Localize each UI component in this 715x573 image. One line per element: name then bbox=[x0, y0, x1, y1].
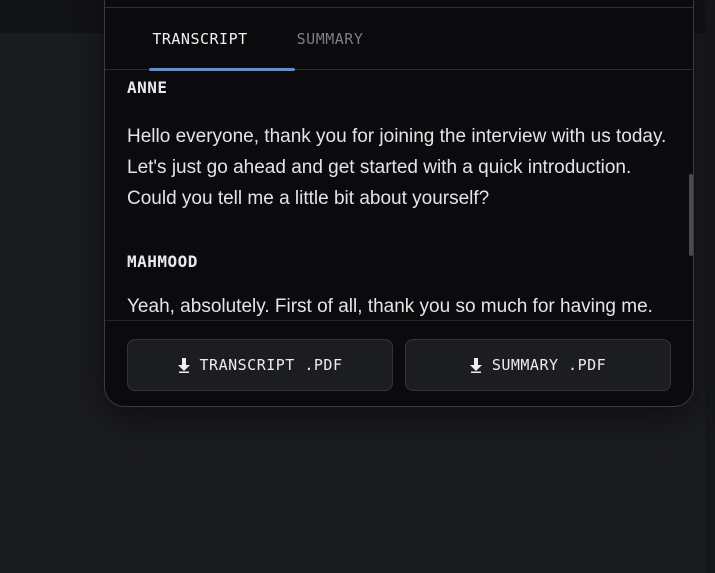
download-summary-label: SUMMARY .PDF bbox=[491, 356, 607, 374]
transcript-panel: TRANSCRIPT SUMMARY ANNE Hello everyone, … bbox=[104, 0, 694, 407]
download-transcript-label: TRANSCRIPT .PDF bbox=[199, 356, 343, 374]
tab-transcript-label: TRANSCRIPT bbox=[152, 30, 248, 48]
download-arrow-icon bbox=[469, 358, 482, 373]
utterance-text: Hello everyone, thank you for joining th… bbox=[127, 126, 667, 209]
tab-summary[interactable]: SUMMARY bbox=[273, 8, 387, 70]
download-summary-pdf-button[interactable]: SUMMARY .PDF bbox=[405, 339, 671, 391]
tab-transcript[interactable]: TRANSCRIPT bbox=[127, 8, 295, 71]
download-arrow-icon bbox=[177, 358, 190, 373]
speaker-name: ANNE bbox=[127, 78, 168, 97]
download-transcript-pdf-button[interactable]: TRANSCRIPT .PDF bbox=[127, 339, 393, 391]
transcript-entry: MAHMOOD Yeah, absolutely. First of all, … bbox=[127, 252, 677, 320]
tab-summary-label: SUMMARY bbox=[296, 30, 364, 48]
transcript-scroll-area[interactable]: ANNE Hello everyone, thank you for joini… bbox=[105, 71, 693, 320]
scrollbar-thumb[interactable] bbox=[689, 174, 693, 256]
transcript-entry: ANNE Hello everyone, thank you for joini… bbox=[127, 78, 677, 214]
utterance-text: Yeah, absolutely. First of all, thank yo… bbox=[127, 296, 653, 317]
tab-bar: TRANSCRIPT SUMMARY bbox=[105, 8, 693, 71]
speaker-name: MAHMOOD bbox=[127, 252, 198, 271]
backdrop-edge bbox=[705, 0, 715, 573]
download-footer: TRANSCRIPT .PDF SUMMARY .PDF bbox=[105, 320, 693, 406]
